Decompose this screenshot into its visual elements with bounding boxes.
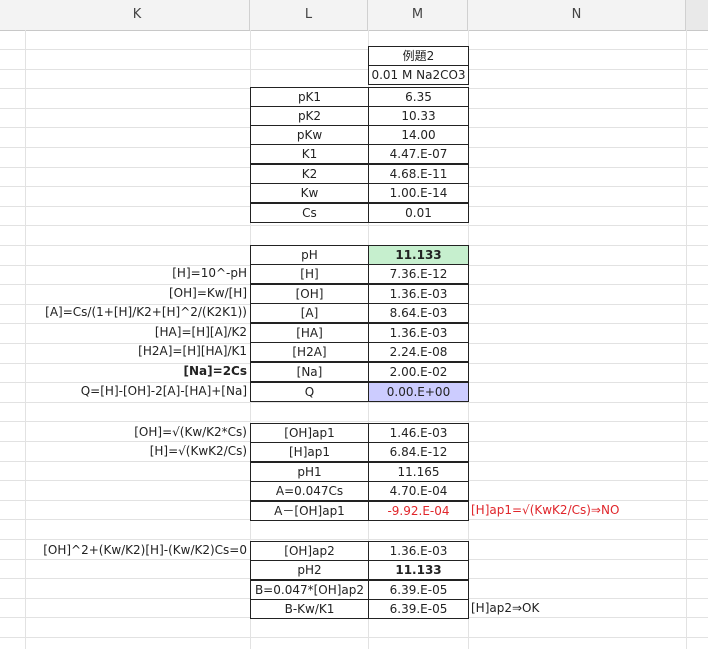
ap2-label[interactable]: B-Kw/K1: [250, 599, 369, 619]
eq-label[interactable]: Q: [250, 382, 369, 402]
const-label[interactable]: K1: [250, 144, 369, 164]
eq-formula[interactable]: [A]=Cs/(1+[H]/K2+[H]^2/(K2K1)): [25, 303, 250, 322]
ap2-formula[interactable]: [OH]^2+(Kw/K2)[H]-(Kw/K2)Cs=0: [25, 541, 250, 560]
eq-label[interactable]: [H2A]: [250, 342, 369, 362]
const-label[interactable]: Kw: [250, 183, 369, 203]
grid-line: [0, 402, 708, 403]
const-label[interactable]: K2: [250, 164, 369, 184]
ap1-label[interactable]: A－[OH]ap1: [250, 501, 369, 521]
ap2-value[interactable]: 6.39.E-05: [368, 580, 469, 600]
column-header-k[interactable]: K: [25, 0, 250, 30]
eq-formula[interactable]: [H]=10^-pH: [25, 264, 250, 283]
const-label[interactable]: pK2: [250, 106, 369, 126]
eq-value[interactable]: 7.36.E-12: [368, 264, 469, 284]
spreadsheet[interactable]: K L M N 例題2 0.01 M Na2CO3 pK1 6.35 pK2 1…: [0, 0, 708, 649]
grid-line: [0, 421, 708, 422]
column-header-row: K L M N: [0, 0, 708, 31]
eq-formula[interactable]: Q=[H]-[OH]-2[A]-[HA]+[Na]: [25, 382, 250, 401]
ph-value-cell[interactable]: 11.133: [368, 245, 469, 265]
ap1-value[interactable]: 11.165: [368, 462, 469, 482]
eq-formula[interactable]: [OH]=Kw/[H]: [25, 284, 250, 303]
ap2-value[interactable]: 6.39.E-05: [368, 599, 469, 619]
const-value[interactable]: 14.00: [368, 125, 469, 145]
column-header-m[interactable]: M: [368, 0, 468, 30]
eq-label[interactable]: [H]: [250, 264, 369, 284]
eq-formula[interactable]: [H2A]=[H][HA]/K1: [25, 342, 250, 361]
const-value[interactable]: 1.00.E-14: [368, 183, 469, 203]
ap1-value[interactable]: 1.46.E-03: [368, 423, 469, 443]
eq-value[interactable]: 2.24.E-08: [368, 342, 469, 362]
const-label[interactable]: Cs: [250, 203, 369, 223]
grid-line: [0, 637, 708, 638]
const-label[interactable]: pK1: [250, 87, 369, 107]
ap2-note[interactable]: [H]ap2⇒OK: [468, 599, 686, 618]
column-header-l[interactable]: L: [250, 0, 368, 30]
ap1-value[interactable]: 4.70.E-04: [368, 481, 469, 501]
ap2-label[interactable]: [OH]ap2: [250, 541, 369, 561]
ap1-note[interactable]: [H]ap1=√(KwK2/Cs)⇒NO: [468, 501, 686, 520]
ap1-label[interactable]: pH1: [250, 462, 369, 482]
ap2-label[interactable]: B=0.047*[OH]ap2: [250, 580, 369, 600]
eq-label[interactable]: [HA]: [250, 323, 369, 343]
const-value[interactable]: 4.68.E-11: [368, 164, 469, 184]
const-value[interactable]: 10.33: [368, 106, 469, 126]
ap1-formula[interactable]: [OH]=√(Kw/K2*Cs): [25, 423, 250, 442]
eq-label[interactable]: [OH]: [250, 284, 369, 304]
ap1-label[interactable]: [OH]ap1: [250, 423, 369, 443]
const-value[interactable]: 4.47.E-07: [368, 144, 469, 164]
grid-line: [686, 30, 687, 649]
column-header-n[interactable]: N: [468, 0, 686, 30]
eq-formula[interactable]: [Na]=2Cs: [25, 362, 250, 381]
ap1-negative-value[interactable]: -9.92.E-04: [368, 501, 469, 521]
eq-value[interactable]: 1.36.E-03: [368, 284, 469, 304]
const-label[interactable]: pKw: [250, 125, 369, 145]
eq-label[interactable]: [A]: [250, 303, 369, 323]
grid-line: [0, 49, 708, 50]
eq-value[interactable]: 8.64.E-03: [368, 303, 469, 323]
example-title-cell[interactable]: 例題2: [368, 46, 469, 66]
grid-line: [0, 69, 708, 70]
ap2-value[interactable]: 11.133: [368, 560, 469, 580]
q-value-cell[interactable]: 0.00.E+00: [368, 382, 469, 402]
grid-line: [0, 539, 708, 540]
eq-value[interactable]: 2.00.E-02: [368, 362, 469, 382]
grid-line: [0, 225, 708, 226]
eq-formula[interactable]: [HA]=[H][A]/K2: [25, 323, 250, 342]
const-value[interactable]: 0.01: [368, 203, 469, 223]
example-subtitle-cell[interactable]: 0.01 M Na2CO3: [368, 65, 469, 85]
ap2-label[interactable]: pH2: [250, 560, 369, 580]
const-value[interactable]: 6.35: [368, 87, 469, 107]
scrollbar-corner[interactable]: [686, 0, 708, 30]
eq-label[interactable]: [Na]: [250, 362, 369, 382]
ap1-formula[interactable]: [H]=√(KwK2/Cs): [25, 442, 250, 461]
eq-value[interactable]: 1.36.E-03: [368, 323, 469, 343]
ap2-value[interactable]: 1.36.E-03: [368, 541, 469, 561]
ap1-value[interactable]: 6.84.E-12: [368, 442, 469, 462]
eq-label[interactable]: pH: [250, 245, 369, 265]
ap1-label[interactable]: A=0.047Cs: [250, 481, 369, 501]
ap1-label[interactable]: [H]ap1: [250, 442, 369, 462]
